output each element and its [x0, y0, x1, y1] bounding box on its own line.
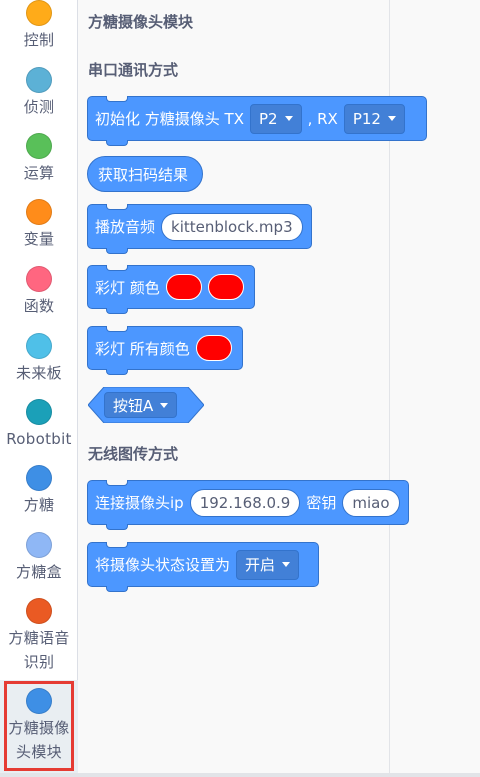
block-text: 彩灯 颜色	[95, 278, 160, 297]
block-text: 播放音频	[95, 218, 156, 236]
wireless-section-heading: 无线图传方式	[88, 445, 179, 463]
block-tab	[106, 586, 128, 592]
category-sidebar: 控制 侦测 运算 变量 函数 未来板 Robotbit 方糖 方糖盒 方糖语音识…	[0, 0, 78, 777]
block-tab	[106, 524, 128, 530]
tx-pin-value: P2	[258, 109, 278, 128]
category-control[interactable]: 控制	[0, 0, 78, 52]
block-text: 将摄像头状态设置为	[95, 556, 231, 574]
audio-file-input[interactable]: kittenblock.mp3	[161, 212, 303, 241]
category-label: 未来板	[16, 364, 62, 382]
key-input[interactable]: miao	[342, 488, 400, 517]
category-fangtang-box[interactable]: 方糖盒	[0, 532, 78, 584]
tx-pin-dropdown[interactable]: P2	[249, 103, 302, 134]
camera-state-dropdown[interactable]: 开启	[236, 549, 300, 580]
category-fangtang[interactable]: 方糖	[0, 465, 78, 517]
fangtang-category-icon	[26, 465, 52, 491]
category-label: 运算	[23, 164, 55, 182]
category-label: 函数	[23, 297, 55, 315]
block-tab	[106, 140, 128, 146]
variables-category-icon	[26, 199, 52, 225]
rx-pin-dropdown[interactable]: P12	[343, 103, 405, 134]
button-value: 按钮A	[113, 396, 154, 415]
block-notch	[106, 480, 128, 486]
operators-category-icon	[26, 133, 52, 159]
category-label: 控制	[23, 31, 55, 49]
block-notch	[106, 204, 128, 210]
category-functions[interactable]: 函数	[0, 266, 78, 318]
block-text: 连接摄像头ip	[95, 494, 184, 512]
robotbit-category-icon	[26, 399, 52, 425]
control-category-icon	[26, 0, 52, 26]
key-label: 密钥	[306, 494, 337, 512]
functions-category-icon	[26, 266, 52, 292]
category-label: 侦测	[23, 98, 55, 116]
chevron-down-icon	[387, 116, 396, 121]
ip-address-input[interactable]: 192.168.0.9	[189, 488, 301, 517]
led-color-picker-1[interactable]	[165, 274, 202, 300]
future-board-category-icon	[26, 333, 52, 359]
category-label: Robotbit	[6, 430, 72, 448]
category-operators[interactable]: 运算	[0, 133, 78, 185]
led-all-color-block[interactable]: 彩灯 所有颜色	[87, 326, 243, 375]
category-label: 方糖	[23, 496, 55, 514]
category-fangtang-voice[interactable]: 方糖语音识别	[0, 598, 78, 674]
block-notch	[106, 96, 128, 102]
rx-label: , RX	[307, 109, 338, 128]
camera-state-value: 开启	[245, 556, 276, 574]
block-tab	[106, 248, 128, 254]
block-notch	[106, 326, 128, 332]
category-variables[interactable]: 变量	[0, 199, 78, 251]
init-camera-block[interactable]: 初始化 方糖摄像头 TX P2 , RX P12	[87, 96, 427, 146]
block-text: 获取扫码结果	[98, 165, 189, 184]
led-color-block[interactable]: 彩灯 颜色	[87, 265, 255, 314]
category-robotbit[interactable]: Robotbit	[0, 399, 78, 451]
sensing-category-icon	[26, 67, 52, 93]
block-tab	[106, 308, 128, 314]
category-label: 方糖语音识别	[8, 629, 70, 671]
led-all-color-picker[interactable]	[195, 335, 232, 361]
button-dropdown[interactable]: 按钮A	[104, 392, 178, 418]
get-scan-result-block[interactable]: 获取扫码结果	[87, 156, 203, 192]
category-label: 方糖盒	[16, 563, 62, 581]
category-future-board[interactable]: 未来板	[0, 333, 78, 385]
led-color-picker-2[interactable]	[207, 274, 244, 300]
block-tab	[106, 369, 128, 375]
chevron-down-icon	[282, 562, 291, 567]
block-notch	[106, 265, 128, 271]
fangtang-box-category-icon	[26, 532, 52, 558]
chevron-down-icon	[160, 402, 169, 408]
set-camera-state-block[interactable]: 将摄像头状态设置为 开启	[87, 542, 319, 592]
category-label: 变量	[23, 230, 55, 248]
rx-pin-value: P12	[352, 109, 381, 128]
serial-section-heading: 串口通讯方式	[88, 61, 179, 79]
palette-section-title: 方糖摄像头模块	[88, 13, 194, 31]
active-category-highlight	[4, 681, 74, 771]
fangtang-voice-category-icon	[26, 598, 52, 624]
category-sensing[interactable]: 侦测	[0, 67, 78, 119]
block-text: 初始化 方糖摄像头 TX	[95, 110, 244, 128]
chevron-down-icon	[284, 116, 293, 121]
connect-camera-block[interactable]: 连接摄像头ip 192.168.0.9 密钥 miao	[87, 480, 409, 530]
play-audio-block[interactable]: 播放音频 kittenblock.mp3	[87, 204, 312, 254]
block-notch	[106, 542, 128, 548]
horizontal-scrollbar[interactable]	[0, 773, 480, 777]
block-text: 彩灯 所有颜色	[95, 339, 190, 358]
